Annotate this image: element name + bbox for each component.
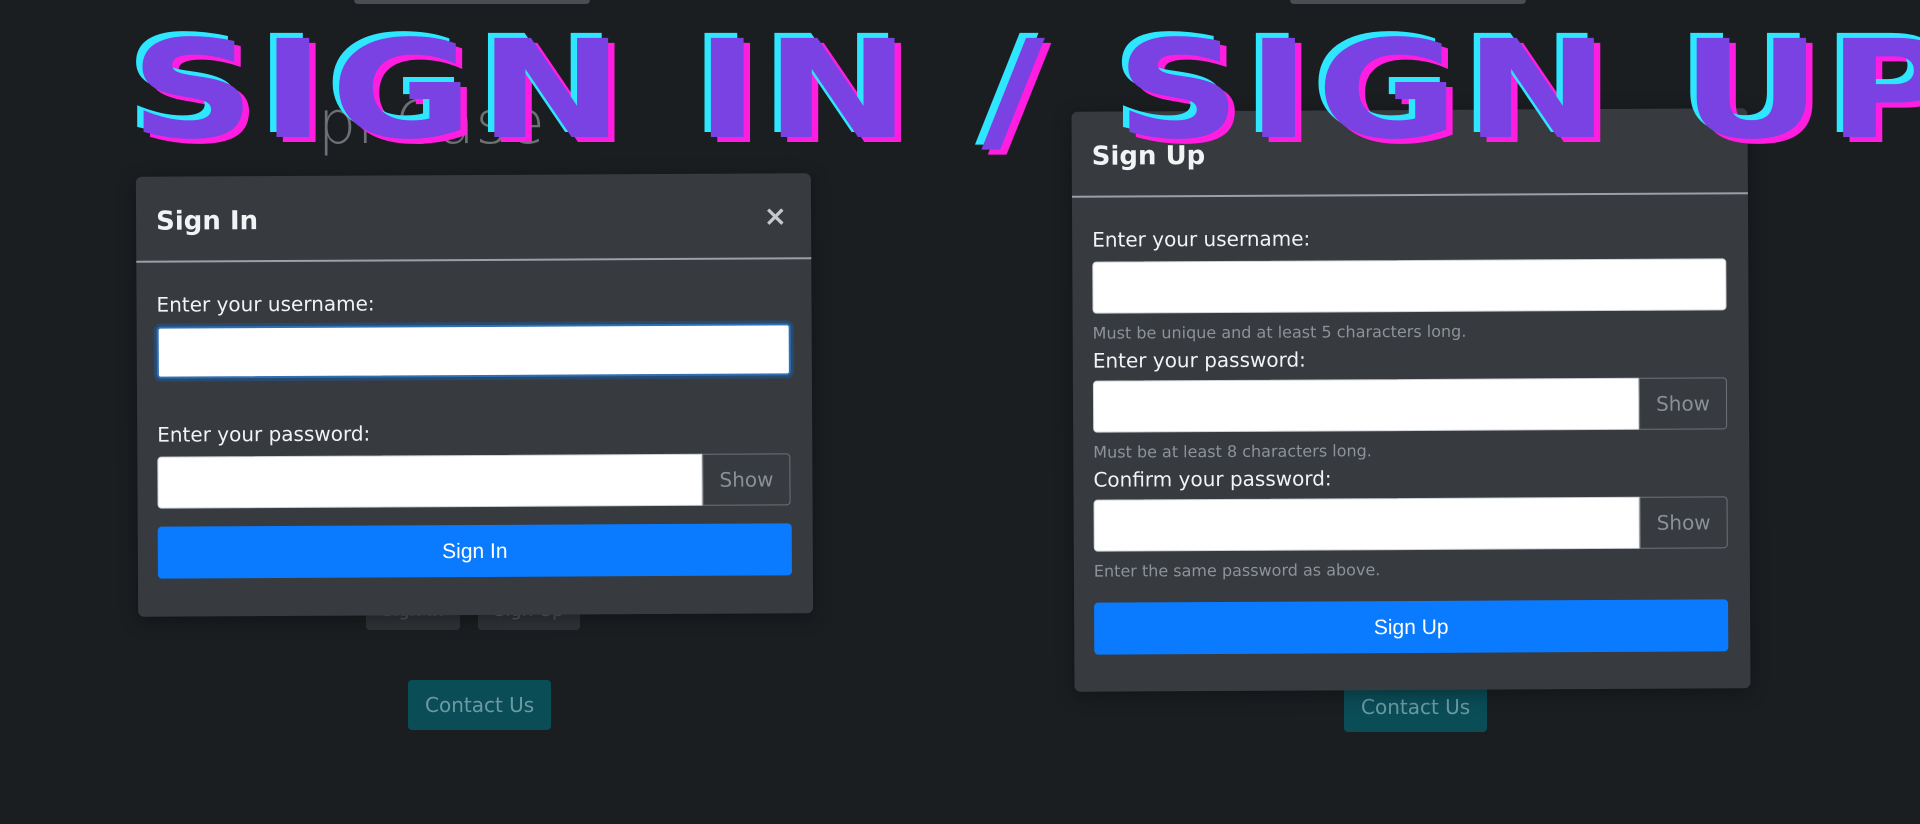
signin-submit-button[interactable]: Sign In	[157, 523, 792, 579]
close-icon[interactable]: ×	[764, 199, 788, 232]
signup-confirm-label: Confirm your password:	[1093, 466, 1332, 492]
signin-username-input[interactable]	[156, 323, 791, 379]
signup-confirm-input[interactable]	[1093, 496, 1640, 552]
signup-password-label: Enter your password:	[1092, 347, 1306, 373]
signin-username-label: Enter your username:	[156, 291, 375, 317]
signin-show-password-button[interactable]: Show	[702, 453, 791, 506]
signup-username-label: Enter your username:	[1092, 226, 1311, 252]
signup-confirm-group: Show	[1093, 496, 1730, 552]
signup-username-help: Must be unique and at least 5 characters…	[1092, 321, 1467, 343]
signin-modal-body: Enter your username: Enter your password…	[136, 289, 812, 579]
signup-confirm-help: Enter the same password as above.	[1093, 560, 1381, 581]
signup-username-input[interactable]	[1092, 258, 1727, 314]
background-navbar-left	[354, 0, 590, 4]
signin-password-input[interactable]	[157, 453, 703, 509]
background-navbar-right	[1290, 0, 1526, 4]
signup-password-input[interactable]	[1092, 377, 1640, 433]
signup-modal-body: Enter your username: Must be unique and …	[1072, 224, 1750, 655]
signup-submit-button[interactable]: Sign Up	[1094, 599, 1729, 655]
signin-password-label: Enter your password:	[157, 421, 371, 447]
signup-password-group: Show	[1092, 377, 1729, 433]
signup-modal: Sign Up Enter your username: Must be uni…	[1071, 108, 1751, 692]
signin-modal: Sign In × Enter your username: Enter you…	[135, 173, 814, 617]
signup-password-help: Must be at least 8 characters long.	[1093, 441, 1372, 462]
signup-show-confirm-button[interactable]: Show	[1639, 496, 1728, 549]
signup-show-password-button[interactable]: Show	[1638, 377, 1728, 430]
banner-title: SIGN IN / SIGN UP	[130, 12, 1920, 170]
signin-modal-header: Sign In ×	[135, 173, 812, 263]
background-contact-button-left[interactable]: Contact Us	[408, 680, 552, 730]
signin-modal-title: Sign In	[156, 206, 259, 237]
signin-password-group: Show	[157, 453, 792, 509]
